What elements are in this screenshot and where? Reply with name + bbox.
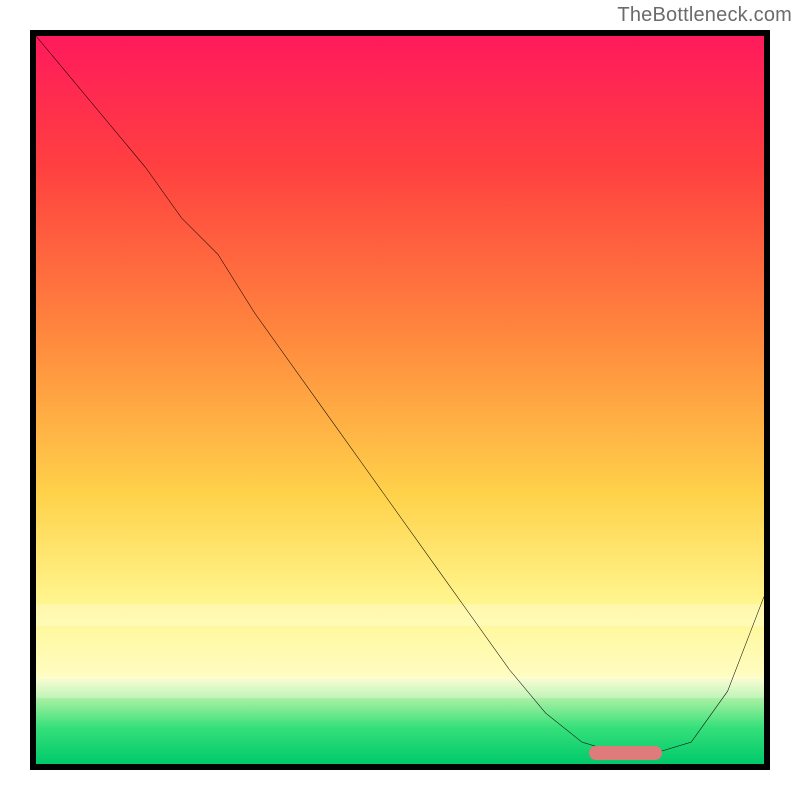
curve-path [36, 36, 764, 753]
chart-plot-area [30, 30, 770, 770]
watermark-text: TheBottleneck.com [617, 4, 792, 27]
chart-wrapper: TheBottleneck.com [0, 0, 800, 800]
bottleneck-curve [36, 36, 764, 764]
